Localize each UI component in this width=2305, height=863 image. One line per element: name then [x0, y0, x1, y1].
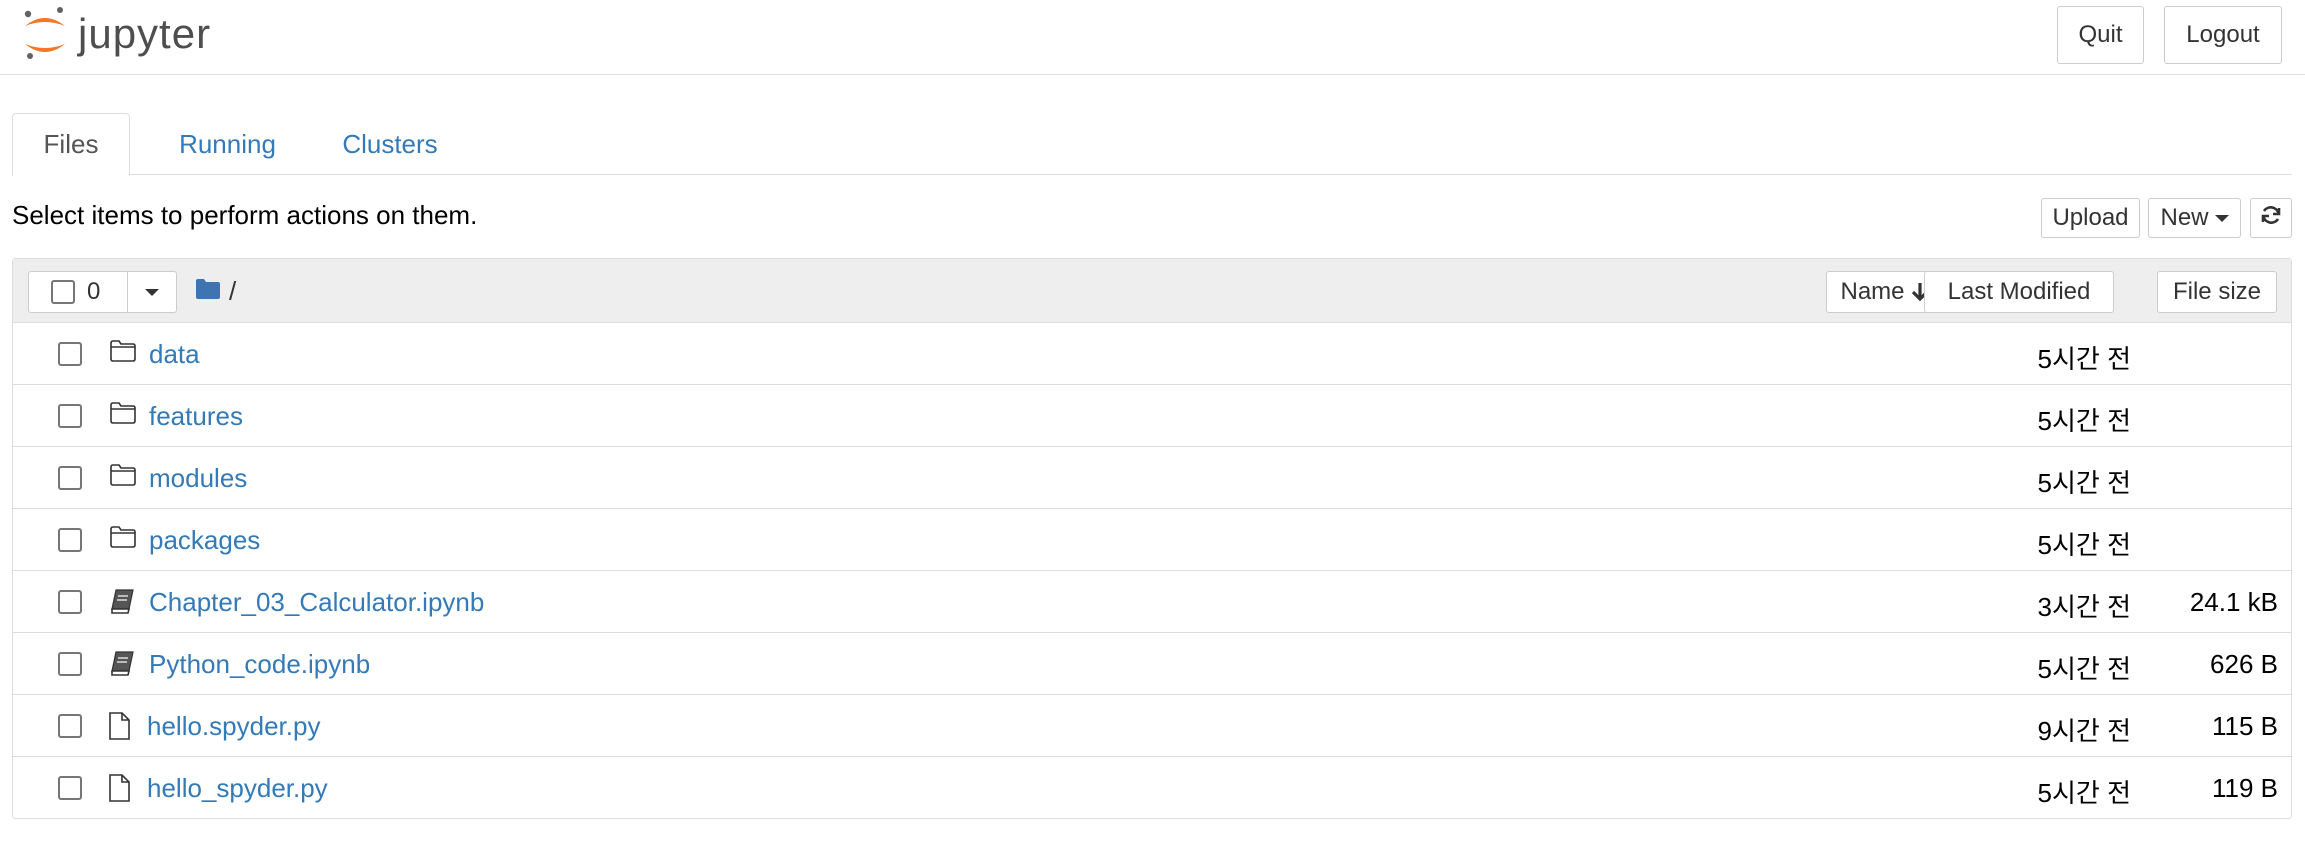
caret-down-icon: [2214, 214, 2229, 222]
header: jupyter Quit Logout: [0, 0, 2305, 75]
quit-button[interactable]: Quit: [2057, 6, 2144, 64]
file-size: 115 B: [2211, 711, 2278, 741]
new-button[interactable]: New: [2148, 198, 2241, 238]
file-name-link[interactable]: packages: [149, 525, 260, 556]
last-modified: 5시간 전: [2037, 654, 2131, 684]
notebook-icon: [109, 587, 139, 615]
refresh-icon: [2259, 203, 2283, 234]
file-size: 119 B: [2211, 773, 2278, 803]
folder-icon: [109, 525, 139, 553]
file-icon: [107, 711, 137, 740]
file-name-link[interactable]: data: [149, 339, 200, 370]
notebook-icon: [109, 649, 139, 677]
file-row[interactable]: Python_code.ipynb 5시간 전 626 B: [13, 633, 2291, 695]
tab-files[interactable]: Files: [12, 113, 130, 176]
selected-count: 0: [87, 278, 101, 305]
sort-name-label: Name: [1840, 278, 1905, 305]
caret-down-icon: [145, 288, 159, 296]
folder-icon: [109, 339, 139, 367]
tab-running[interactable]: Running: [150, 113, 305, 175]
breadcrumb[interactable]: /: [195, 275, 236, 307]
select-all-group: 0: [28, 271, 177, 313]
select-all-toggle[interactable]: 0: [29, 272, 128, 312]
file-list-header: 0 / Name Last Modified File size: [13, 259, 2291, 323]
select-all-checkbox[interactable]: [51, 280, 75, 304]
row-checkbox[interactable]: [58, 776, 82, 800]
select-dropdown-button[interactable]: [128, 272, 176, 312]
file-row[interactable]: hello_spyder.py 5시간 전 119 B: [13, 757, 2291, 819]
file-name-link[interactable]: hello.spyder.py: [147, 711, 320, 742]
sort-by-modified-button[interactable]: Last Modified: [1924, 271, 2114, 313]
folder-icon: [195, 278, 221, 305]
new-button-label: New: [2160, 204, 2209, 231]
folder-icon: [109, 401, 139, 429]
row-checkbox[interactable]: [58, 590, 82, 614]
file-icon: [107, 773, 137, 802]
last-modified: 9시간 전: [2037, 716, 2131, 746]
file-row[interactable]: data 5시간 전: [13, 323, 2291, 385]
row-checkbox[interactable]: [58, 714, 82, 738]
file-name-link[interactable]: Chapter_03_Calculator.ipynb: [149, 587, 484, 618]
row-checkbox[interactable]: [58, 528, 82, 552]
file-name-link[interactable]: hello_spyder.py: [147, 773, 328, 804]
tab-bar: Files Running Clusters: [12, 113, 2292, 176]
selection-hint: Select items to perform actions on them.: [12, 200, 478, 230]
file-row[interactable]: hello.spyder.py 9시간 전 115 B: [13, 695, 2291, 757]
last-modified: 5시간 전: [2037, 778, 2131, 808]
file-row[interactable]: features 5시간 전: [13, 385, 2291, 447]
row-checkbox[interactable]: [58, 404, 82, 428]
jupyter-logo-icon: [20, 4, 70, 64]
sort-by-size-button[interactable]: File size: [2157, 271, 2277, 313]
last-modified: 5시간 전: [2037, 406, 2131, 436]
upload-button[interactable]: Upload: [2041, 198, 2140, 238]
file-list: 0 / Name Last Modified File size data 5시…: [12, 258, 2292, 819]
file-size: 626 B: [2210, 649, 2278, 679]
file-row[interactable]: modules 5시간 전: [13, 447, 2291, 509]
breadcrumb-root[interactable]: /: [229, 276, 236, 307]
last-modified: 5시간 전: [2037, 344, 2131, 374]
tab-clusters[interactable]: Clusters: [315, 113, 465, 175]
row-checkbox[interactable]: [58, 652, 82, 676]
refresh-button[interactable]: [2250, 198, 2292, 238]
file-name-link[interactable]: Python_code.ipynb: [149, 649, 370, 680]
file-name-link[interactable]: features: [149, 401, 243, 432]
last-modified: 5시간 전: [2037, 530, 2131, 560]
file-size: 24.1 kB: [2189, 587, 2278, 617]
file-name-link[interactable]: modules: [149, 463, 247, 494]
folder-icon: [109, 463, 139, 491]
logo-text: jupyter: [78, 10, 212, 57]
last-modified: 3시간 전: [2037, 592, 2131, 622]
file-row[interactable]: Chapter_03_Calculator.ipynb 3시간 전 24.1 kB: [13, 571, 2291, 633]
last-modified: 5시간 전: [2037, 468, 2131, 498]
row-checkbox[interactable]: [58, 342, 82, 366]
row-checkbox[interactable]: [58, 466, 82, 490]
file-row[interactable]: packages 5시간 전: [13, 509, 2291, 571]
jupyter-logo[interactable]: jupyter: [20, 4, 211, 64]
logout-button[interactable]: Logout: [2164, 6, 2282, 64]
